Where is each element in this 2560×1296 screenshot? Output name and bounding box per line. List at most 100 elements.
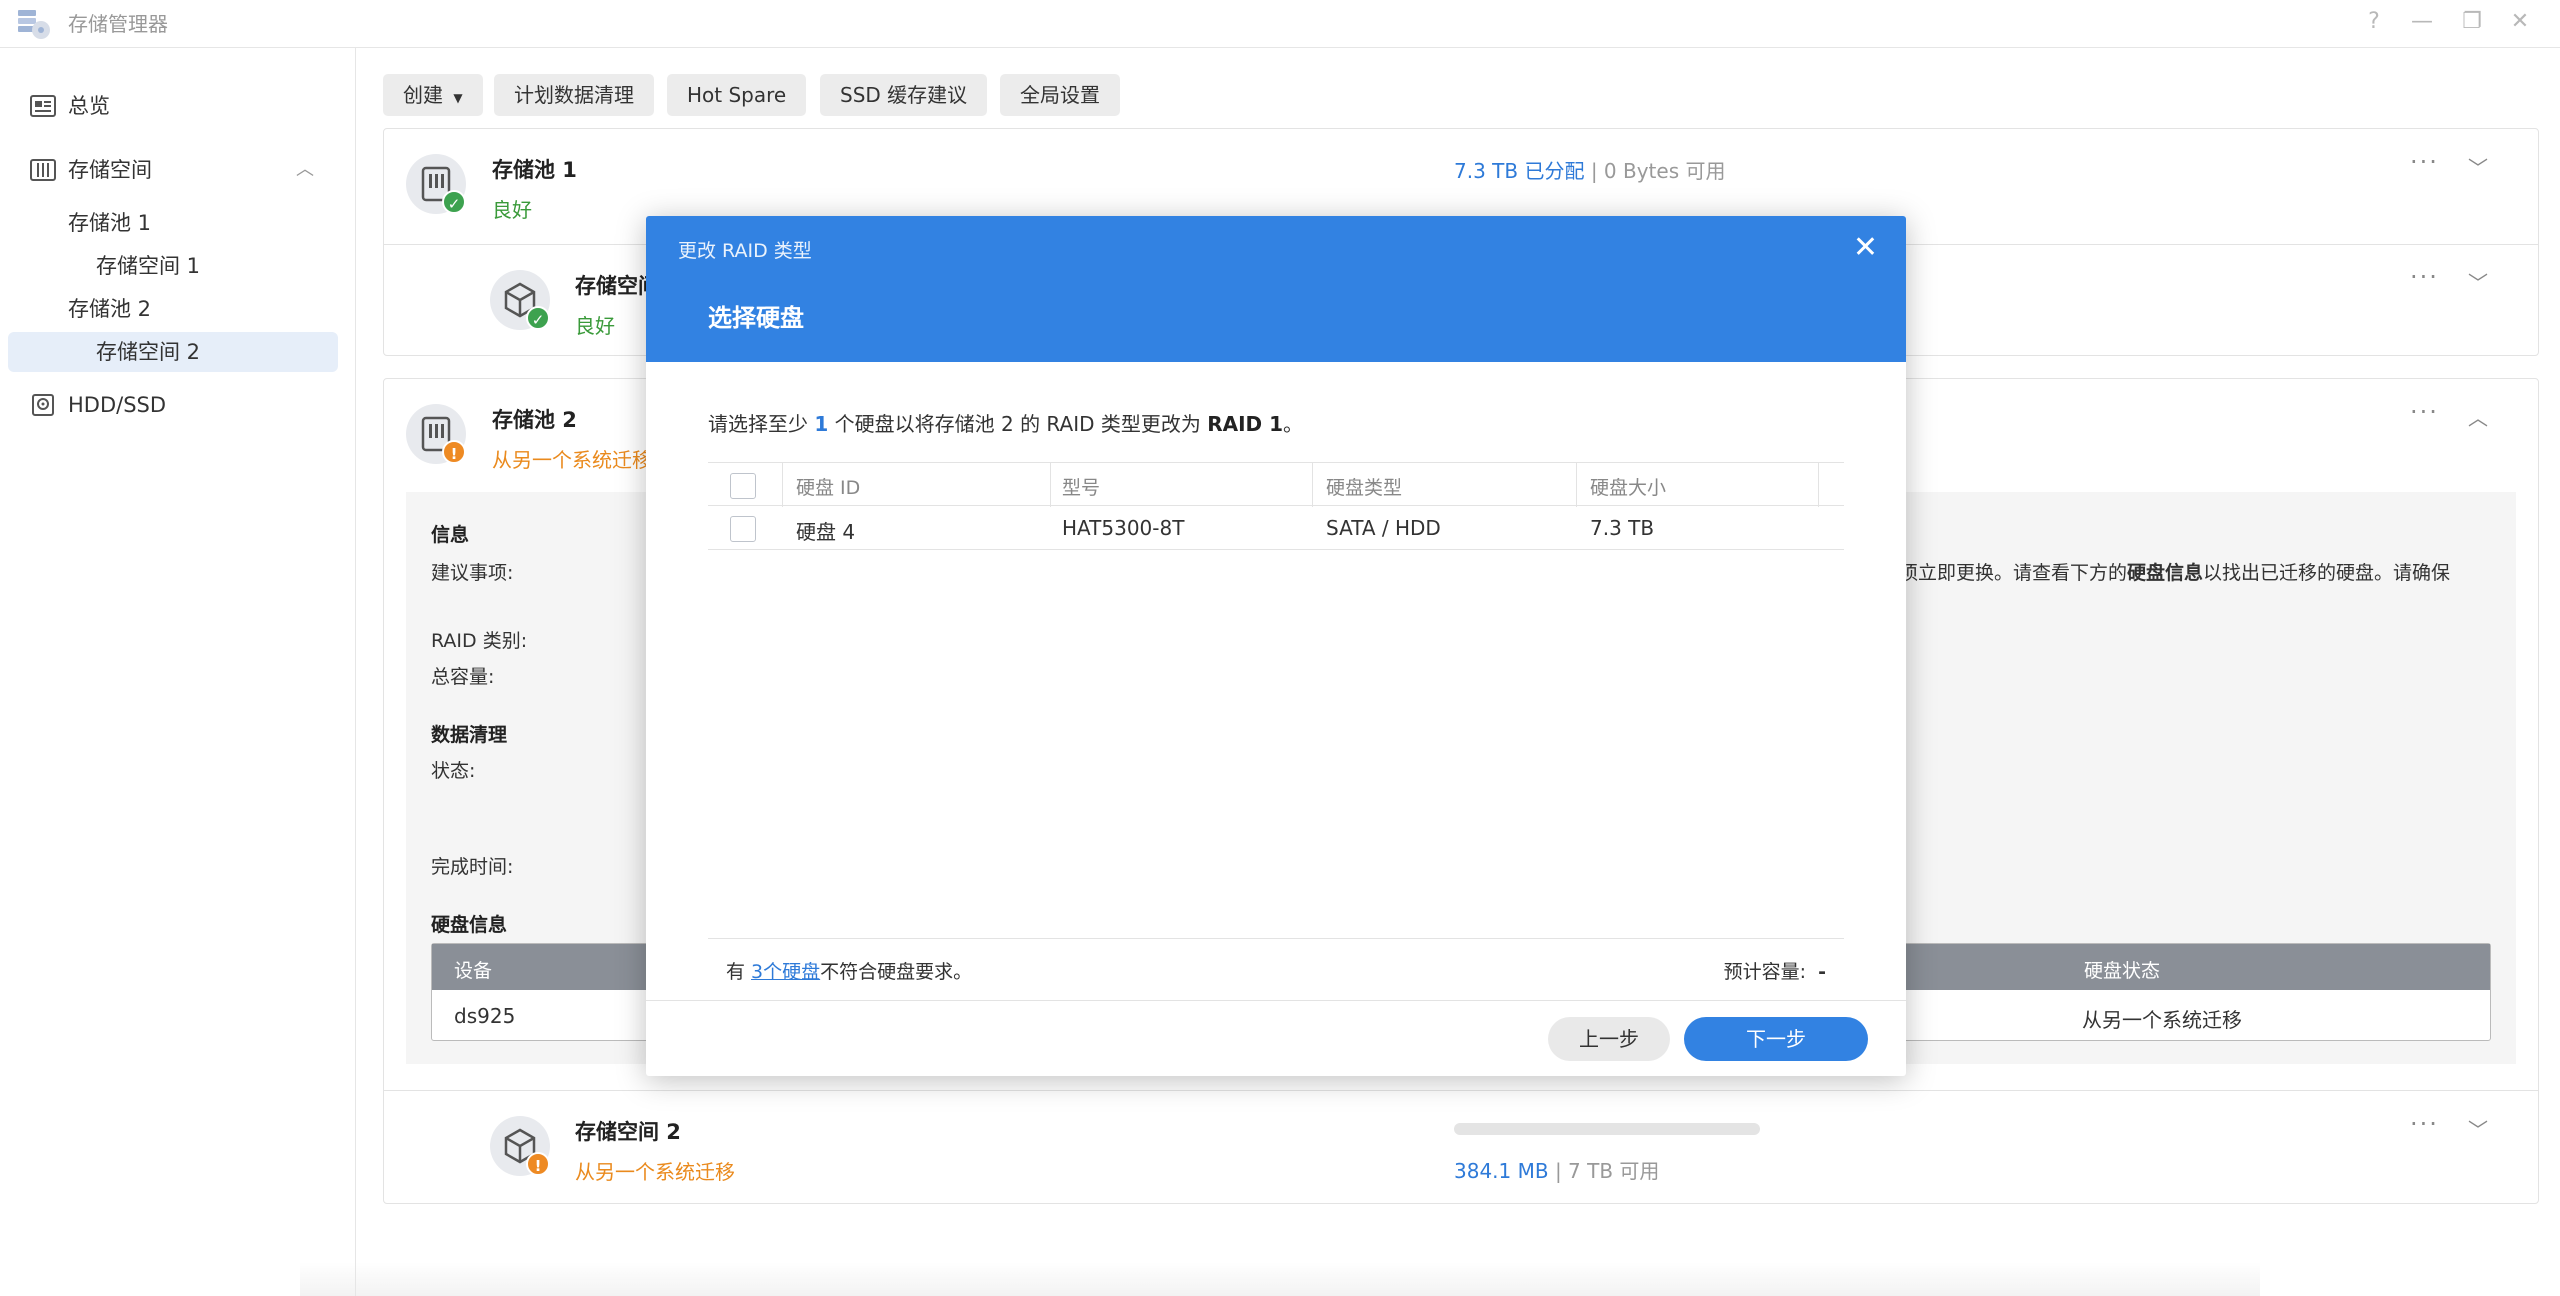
sidebar-item-pool-2[interactable]: 存储池 2 (68, 289, 328, 329)
hdd-icon (32, 394, 54, 416)
row-checkbox[interactable] (730, 516, 756, 542)
sidebar-item-pool-1[interactable]: 存储池 1 (68, 203, 328, 243)
col-disk-status: 硬盘状态 (2084, 960, 2161, 982)
chevron-up-icon[interactable]: ︿ (2468, 402, 2488, 431)
volume-2-title: 存储空间 2 (575, 1120, 681, 1144)
col-divider (1050, 463, 1051, 507)
info-heading: 信息 (431, 524, 470, 546)
instr-mid: 个硬盘以将存储池 2 的 RAID 类型更改为 (828, 412, 1208, 436)
sidebar-item-label: HDD/SSD (68, 393, 167, 417)
more-icon[interactable]: ··· (2410, 263, 2439, 291)
chevron-down-icon[interactable]: ﹀ (2468, 152, 2488, 181)
dialog-title: 更改 RAID 类型 (678, 240, 812, 262)
disk-model: HAT5300-8T (1062, 516, 1185, 540)
volume-2-available: 7 TB 可用 (1568, 1159, 1660, 1183)
dialog-instruction: 请选择至少 1 个硬盘以将存储池 2 的 RAID 类型更改为 RAID 1。 (708, 408, 1303, 437)
volume-1-status: 良好 (575, 314, 615, 338)
caret-down-icon: ▼ (453, 91, 463, 105)
create-button[interactable]: 创建 ▼ (383, 74, 483, 116)
sidebar-item-label: 存储空间 (68, 158, 152, 182)
dialog-header: 更改 RAID 类型 选择硬盘 ✕ (646, 216, 1906, 362)
capacity-label: 预计容量: (1723, 961, 1807, 983)
col-disk-id[interactable]: 硬盘 ID (796, 473, 860, 500)
device-name: ds925 (454, 1004, 516, 1028)
storage-icon (30, 159, 56, 181)
table-row[interactable]: 硬盘 4 HAT5300-8T SATA / HDD 7.3 TB (708, 506, 1844, 550)
instr-num: 1 (814, 412, 829, 436)
divider (383, 1090, 2539, 1091)
ssd-cache-advisor-button[interactable]: SSD 缓存建议 (820, 74, 988, 116)
hot-spare-button[interactable]: Hot Spare (667, 74, 807, 116)
chevron-up-icon[interactable]: ︿ (296, 149, 314, 191)
volume-2-status: 从另一个系统迁移 (575, 1160, 735, 1184)
finish-time-label: 完成时间: (431, 856, 514, 878)
chevron-down-icon[interactable]: ﹀ (2468, 267, 2488, 296)
warning-icon: ! (442, 440, 466, 464)
bottom-fade (300, 1262, 2260, 1296)
incompatible-disks-note: 有 3个硬盘不符合硬盘要求。 (726, 957, 972, 984)
storage-manager-app-icon (18, 10, 50, 39)
col-divider (1312, 463, 1313, 507)
more-icon[interactable]: ··· (2410, 1110, 2439, 1138)
separator: | (1548, 1159, 1569, 1183)
dialog-step-title: 选择硬盘 (708, 304, 804, 332)
next-button[interactable]: 下一步 (1684, 1017, 1868, 1061)
sidebar-item-label: 总览 (68, 94, 110, 118)
instr-post: 。 (1283, 412, 1304, 436)
advice-text-bold: 硬盘信息 (2127, 562, 2204, 584)
raid-label: RAID 类别: (431, 630, 528, 652)
check-icon: ✓ (526, 306, 550, 330)
note-post: 不符合硬盘要求。 (820, 961, 973, 983)
overview-icon (30, 95, 56, 117)
estimated-capacity: 预计容量: - (1724, 957, 1826, 984)
pool-1-allocated: 7.3 TB 已分配 (1454, 159, 1585, 183)
previous-button[interactable]: 上一步 (1548, 1017, 1670, 1061)
col-model[interactable]: 型号 (1062, 473, 1100, 500)
capacity-value: - (1818, 961, 1826, 983)
sidebar-item-overview[interactable]: 总览 (8, 85, 338, 127)
global-settings-button[interactable]: 全局设置 (1000, 74, 1120, 116)
scrub-state-label: 状态: (431, 760, 476, 782)
scrub-heading: 数据清理 (431, 724, 508, 746)
more-icon[interactable]: ··· (2410, 398, 2439, 426)
disk-id: 硬盘 4 (796, 520, 856, 544)
sidebar-item-volume-2[interactable]: 存储空间 2 (8, 332, 338, 372)
help-icon[interactable]: ? (2354, 4, 2394, 40)
warning-icon: ! (526, 1152, 550, 1176)
disk-status: 从另一个系统迁移 (2082, 1008, 2242, 1032)
col-divider (1818, 463, 1819, 507)
capacity-label: 总容量: (431, 666, 495, 688)
change-raid-dialog: 更改 RAID 类型 选择硬盘 ✕ 请选择至少 1 个硬盘以将存储池 2 的 R… (646, 216, 1906, 1076)
pool-1-available: 0 Bytes 可用 (1603, 159, 1726, 183)
volume-2-usage: 384.1 MB | 7 TB 可用 (1454, 1155, 1659, 1184)
sidebar-item-hdd-ssd[interactable]: HDD/SSD (8, 384, 338, 426)
chevron-down-icon[interactable]: ﹀ (2468, 1114, 2488, 1143)
separator: | (1584, 159, 1604, 183)
scrub-schedule-button[interactable]: 计划数据清理 (494, 74, 654, 116)
disk-type: SATA / HDD (1326, 516, 1441, 540)
table-header: 硬盘 ID 型号 硬盘类型 硬盘大小 (708, 462, 1844, 507)
restore-icon[interactable]: ❐ (2452, 4, 2492, 40)
sidebar: 总览 存储空间 ︿ 存储池 1 存储空间 1 存储池 2 存储空间 2 HDD/… (0, 48, 356, 1296)
check-icon: ✓ (442, 190, 466, 214)
advice-text: 必须立即更换。请查看下方的硬盘信息以找出已迁移的硬盘。请确保 (1880, 558, 2450, 585)
disk-info-heading: 硬盘信息 (431, 914, 508, 936)
more-icon[interactable]: ··· (2410, 148, 2439, 176)
close-window-icon[interactable]: ✕ (2500, 4, 2540, 40)
close-icon[interactable]: ✕ (1853, 230, 1878, 265)
sidebar-item-volume-1[interactable]: 存储空间 1 (96, 246, 326, 286)
instr-pre: 请选择至少 (708, 412, 815, 436)
pool-1-allocation: 7.3 TB 已分配 | 0 Bytes 可用 (1454, 155, 1725, 184)
minimize-icon[interactable]: — (2402, 4, 2442, 40)
advice-text-post: 以找出已迁移的硬盘。请确保 (2203, 562, 2451, 584)
advice-label: 建议事项: (431, 562, 514, 584)
dialog-info-bar: 有 3个硬盘不符合硬盘要求。 预计容量: - (708, 938, 1844, 1000)
create-label: 创建 (403, 83, 443, 107)
app-title: 存储管理器 (68, 12, 168, 36)
sidebar-item-storage[interactable]: 存储空间 ︿ (8, 149, 338, 191)
select-all-checkbox[interactable] (730, 473, 756, 499)
col-disk-type[interactable]: 硬盘类型 (1326, 473, 1402, 500)
incompatible-disks-link[interactable]: 3个硬盘 (751, 961, 820, 983)
volume-2-used: 384.1 MB (1454, 1159, 1549, 1183)
col-disk-size[interactable]: 硬盘大小 (1590, 473, 1666, 500)
